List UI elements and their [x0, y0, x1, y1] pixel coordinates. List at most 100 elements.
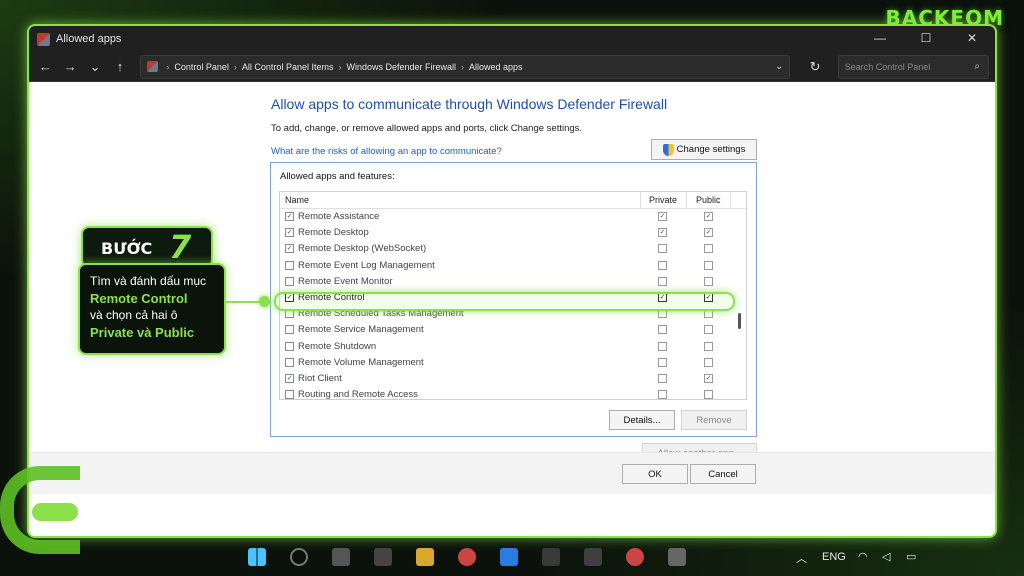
list-item[interactable]: Remote Service Management	[280, 322, 746, 338]
app-checkbox[interactable]	[285, 260, 294, 270]
column-divider	[640, 192, 641, 208]
list-item[interactable]: ✓ Riot Client ✓	[280, 371, 746, 387]
column-divider	[730, 192, 731, 208]
app-checkbox[interactable]	[285, 276, 294, 286]
language-indicator[interactable]: ENG	[822, 551, 846, 563]
widgets-icon[interactable]	[374, 548, 392, 566]
callout-line-3: và chọn cả hai ô	[90, 308, 178, 322]
list-item[interactable]: Remote Volume Management	[280, 355, 746, 371]
list-item[interactable]: ✓ Remote Desktop ✓ ✓	[280, 225, 746, 241]
battery-icon[interactable]: ▭	[906, 550, 916, 563]
public-checkbox[interactable]: ✓	[704, 373, 713, 383]
step-number: 7	[169, 228, 192, 266]
scrollbar-thumb[interactable]	[738, 313, 741, 329]
private-checkbox[interactable]	[658, 260, 667, 270]
up-arrow-icon[interactable]: ↑	[110, 59, 131, 74]
private-checkbox[interactable]: ✓	[658, 212, 667, 221]
volume-icon[interactable]: ◁	[882, 550, 890, 563]
app-icon[interactable]	[542, 548, 560, 566]
private-checkbox[interactable]	[658, 325, 667, 335]
column-private[interactable]: Private	[649, 195, 677, 205]
close-button[interactable]: ✕	[949, 26, 995, 52]
recent-chevron-icon[interactable]: ⌄	[85, 59, 106, 75]
app-name: Remote Volume Management	[298, 356, 424, 368]
column-public[interactable]: Public	[696, 195, 721, 205]
tray-chevron-icon[interactable]: ︿	[796, 550, 807, 566]
app-name: Remote Service Management	[298, 324, 424, 336]
list-item[interactable]: Routing and Remote Access	[280, 387, 746, 399]
ok-button[interactable]: OK	[622, 464, 688, 484]
risks-link[interactable]: What are the risks of allowing an app to…	[271, 146, 502, 157]
private-checkbox[interactable]	[658, 341, 667, 351]
app-checkbox[interactable]: ✓	[285, 228, 294, 238]
search-icon[interactable]: ⌕	[974, 61, 980, 72]
private-checkbox[interactable]	[658, 373, 667, 383]
app-checkbox[interactable]: ✓	[285, 212, 294, 221]
start-icon[interactable]	[248, 548, 266, 566]
maximize-button[interactable]: ☐	[903, 26, 949, 52]
breadcrumb-allowed-apps[interactable]: Allowed apps	[469, 62, 523, 72]
public-checkbox[interactable]	[704, 244, 713, 254]
public-checkbox[interactable]	[704, 260, 713, 270]
public-checkbox[interactable]: ✓	[704, 228, 713, 238]
app-checkbox[interactable]: ✓	[285, 373, 294, 383]
app-name: Remote Desktop	[298, 227, 369, 239]
window-controls: — ☐ ✕	[857, 26, 995, 52]
private-checkbox[interactable]	[658, 357, 667, 367]
public-checkbox[interactable]: ✓	[704, 212, 713, 221]
list-item[interactable]: Remote Event Log Management	[280, 258, 746, 274]
chrome-icon[interactable]	[626, 548, 644, 566]
column-name[interactable]: Name	[285, 195, 309, 205]
address-bar[interactable]: › Control Panel › All Control Panel Item…	[140, 54, 791, 79]
breadcrumb-control-panel[interactable]: Control Panel	[174, 62, 229, 72]
dialog-footer: OK Cancel	[29, 452, 995, 494]
minimize-button[interactable]: —	[857, 26, 903, 52]
change-settings-button[interactable]: Change settings	[651, 139, 757, 160]
private-checkbox[interactable]: ✓	[658, 228, 667, 238]
file-explorer-icon[interactable]	[416, 548, 434, 566]
list-item[interactable]: ✓ Remote Desktop (WebSocket)	[280, 241, 746, 257]
remove-button[interactable]: Remove	[681, 410, 747, 430]
app-checkbox[interactable]	[285, 341, 294, 351]
task-view-icon[interactable]	[332, 548, 350, 566]
edge-icon[interactable]	[500, 548, 518, 566]
app-checkbox[interactable]	[285, 357, 294, 367]
cancel-button[interactable]: Cancel	[690, 464, 756, 484]
address-dropdown-icon[interactable]: ⌄	[775, 61, 783, 72]
list-item[interactable]: ✓ Remote Assistance ✓ ✓	[280, 209, 746, 225]
app-name: Remote Event Log Management	[298, 259, 435, 271]
instruction-callout: Tìm và đánh dấu mục Remote Control và ch…	[78, 263, 226, 355]
app-checkbox[interactable]	[285, 390, 294, 399]
public-checkbox[interactable]	[704, 341, 713, 351]
private-checkbox[interactable]	[658, 276, 667, 286]
back-arrow-icon[interactable]: ←	[35, 59, 56, 74]
public-checkbox[interactable]	[704, 357, 713, 367]
public-checkbox[interactable]	[704, 325, 713, 335]
callout-line-1: Tìm và đánh dấu mục	[90, 274, 207, 288]
step-word: BƯỚC	[101, 239, 153, 258]
search-placeholder: Search Control Panel	[844, 61, 931, 72]
public-checkbox[interactable]	[704, 276, 713, 286]
details-button[interactable]: Details...	[609, 410, 675, 430]
column-divider	[686, 192, 687, 208]
crumb-separator-icon: ›	[166, 61, 170, 72]
app-checkbox[interactable]: ✓	[285, 244, 294, 254]
forward-arrow-icon[interactable]: →	[60, 59, 81, 74]
app-icon[interactable]	[584, 548, 602, 566]
app-name: Riot Client	[298, 372, 342, 384]
search-input[interactable]: Search Control Panel ⌕	[837, 54, 989, 79]
private-checkbox[interactable]	[658, 390, 667, 399]
page-title: Allow apps to communicate through Window…	[271, 96, 668, 112]
app-checkbox[interactable]	[285, 325, 294, 335]
list-item[interactable]: Remote Shutdown	[280, 339, 746, 355]
breadcrumb-all-items[interactable]: All Control Panel Items	[242, 62, 334, 72]
refresh-icon[interactable]: ↻	[806, 59, 823, 75]
breadcrumb-firewall[interactable]: Windows Defender Firewall	[346, 62, 456, 72]
chrome-icon[interactable]	[458, 548, 476, 566]
list-item[interactable]: Remote Event Monitor	[280, 274, 746, 290]
control-panel-taskbar-icon[interactable]	[668, 548, 686, 566]
search-taskbar-icon[interactable]	[290, 548, 308, 566]
public-checkbox[interactable]	[704, 390, 713, 399]
private-checkbox[interactable]	[658, 244, 667, 254]
wifi-icon[interactable]: ◠	[858, 550, 868, 563]
